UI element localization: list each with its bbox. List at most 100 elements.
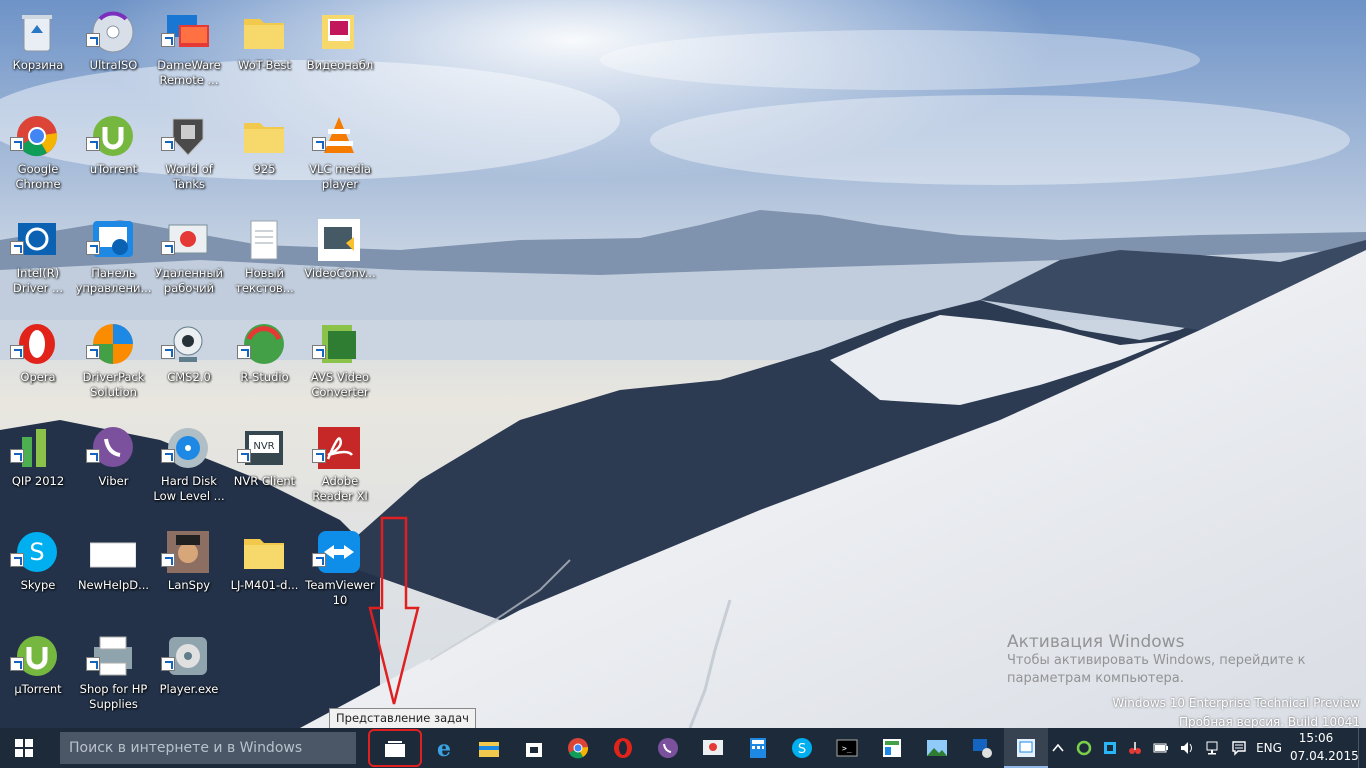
- desktop-icon[interactable]: Панель управлени...: [76, 209, 152, 309]
- sync-icon: [1076, 740, 1092, 756]
- clock-date: 07.04.2015: [1290, 749, 1359, 763]
- clock[interactable]: 15:06 07.04.2015: [1290, 728, 1359, 768]
- tray-item[interactable]: [1227, 728, 1251, 768]
- desktop-icon-label: NVR Client: [233, 474, 296, 488]
- lanspy-icon: [167, 531, 209, 573]
- nvr-icon: NVR: [244, 431, 283, 465]
- tray-item[interactable]: [1149, 728, 1173, 768]
- desktop-icon[interactable]: Google Chrome: [0, 105, 76, 205]
- desktop-icon[interactable]: VLC media player: [302, 105, 378, 205]
- volume-icon: [1181, 742, 1192, 754]
- taskbar-app-button[interactable]: [556, 728, 600, 768]
- language-indicator[interactable]: ENG: [1254, 728, 1284, 768]
- taskbar-app-button[interactable]: [1004, 728, 1049, 768]
- remote-desktop-icon: [702, 740, 723, 755]
- desktop-icon-label: WoT-Best: [238, 58, 291, 72]
- desktop-icon[interactable]: Shop for HP Supplies: [76, 625, 152, 725]
- tray-item[interactable]: [1175, 728, 1199, 768]
- shortcut-arrow-icon: [85, 33, 100, 47]
- desktop-icon-label: LanSpy: [167, 578, 211, 592]
- opera-icon: [19, 324, 55, 364]
- desktop-icon-label: AVS Video Converter: [310, 370, 370, 399]
- desktop-icon[interactable]: µTorrent: [0, 625, 76, 725]
- desktop-icon[interactable]: Player.exe: [151, 625, 227, 725]
- file-explorer-icon: [478, 742, 499, 757]
- taskbar-app-button[interactable]: [601, 728, 645, 768]
- taskbar-app-button[interactable]: >_: [825, 728, 869, 768]
- shortcut-arrow-icon: [312, 137, 326, 151]
- taskbar-app-button[interactable]: [646, 728, 690, 768]
- desktop-icon[interactable]: Intel(R) Driver ...: [0, 209, 76, 309]
- shortcut-arrow-icon: [312, 553, 326, 567]
- desktop-icon[interactable]: 925: [227, 105, 303, 205]
- desktop-icon-label: Intel(R) Driver ...: [12, 266, 63, 295]
- desktop-icon[interactable]: CMS2.0: [151, 313, 227, 413]
- shortcut-arrow-icon: [85, 241, 100, 255]
- desktop-icon[interactable]: WoT-Best: [227, 1, 303, 101]
- desktop-icon[interactable]: AVS Video Converter: [302, 313, 378, 413]
- chrome-icon: [568, 738, 589, 759]
- desktop-icon[interactable]: Opera: [0, 313, 76, 413]
- desktop-icon[interactable]: World of Tanks: [151, 105, 227, 205]
- hp-printer-icon: [93, 636, 132, 676]
- show-desktop-button[interactable]: [1358, 728, 1366, 768]
- show-hidden-icons-chevron: [1052, 743, 1064, 752]
- desktop-icon[interactable]: LJ-M401-d...: [227, 521, 303, 621]
- desktop-icon[interactable]: Viber: [76, 417, 152, 517]
- taskbar-app-button[interactable]: [691, 728, 735, 768]
- ultraiso-icon: [92, 11, 133, 53]
- desktop-icon-label: Player.exe: [159, 682, 219, 696]
- desktop-icon-label: TeamViewer 10: [305, 578, 375, 607]
- desktop-icon[interactable]: R-Studio: [227, 313, 303, 413]
- tray-item[interactable]: [1072, 728, 1096, 768]
- tray-item[interactable]: [1201, 728, 1225, 768]
- recycle-bin-icon: [22, 15, 52, 52]
- desktop-icon[interactable]: UltraISO: [76, 1, 152, 101]
- shortcut-arrow-icon: [85, 657, 100, 671]
- desktop-icon[interactable]: Hard Disk Low Level ...: [151, 417, 227, 517]
- task-view-button[interactable]: [368, 729, 422, 767]
- webcam-icon: [173, 326, 203, 362]
- desktop-icon[interactable]: Новый текстов...: [227, 209, 303, 309]
- shortcut-arrow-icon: [10, 241, 24, 255]
- desktop-icon[interactable]: LanSpy: [151, 521, 227, 621]
- tray-item[interactable]: [1123, 728, 1147, 768]
- network-adapter-icon: [1103, 742, 1116, 754]
- desktop-icon[interactable]: uTorrent: [76, 105, 152, 205]
- desktop-icon-label: Видеонабл: [306, 58, 374, 72]
- desktop-icon[interactable]: NewHelpD...: [76, 521, 152, 621]
- desktop-icon[interactable]: VideoConv...: [302, 209, 378, 309]
- taskbar-app-button[interactable]: [736, 728, 780, 768]
- shortcut-arrow-icon: [161, 553, 175, 567]
- taskbar-app-button[interactable]: e: [422, 728, 466, 768]
- tray-item[interactable]: [1046, 728, 1070, 768]
- desktop[interactable]: Корзина UltraISO DameWare Remote ... WoT-Be…: [0, 0, 1366, 728]
- shortcut-arrow-icon: [10, 137, 24, 151]
- desktop-icon[interactable]: S Skype: [0, 521, 76, 621]
- desktop-icon[interactable]: DameWare Remote ...: [151, 1, 227, 101]
- tray-item[interactable]: [1098, 728, 1122, 768]
- desktop-icon[interactable]: Корзина: [0, 1, 76, 101]
- desktop-icon[interactable]: Удаленный рабочий ст...: [151, 209, 227, 309]
- desktop-icon[interactable]: Видеонабл: [302, 1, 378, 101]
- desktop-icon[interactable]: Adobe Reader XI: [302, 417, 378, 517]
- taskbar-app-button[interactable]: [512, 728, 556, 768]
- taskbar-app-button[interactable]: S: [780, 728, 824, 768]
- taskbar-app-button[interactable]: [870, 728, 914, 768]
- internet-explorer-icon: e: [437, 737, 451, 759]
- search-input[interactable]: Поиск в интернете и в Windows: [60, 732, 356, 764]
- desktop-icon[interactable]: DriverPack Solution: [76, 313, 152, 413]
- desktop-icon[interactable]: TeamViewer 10: [302, 521, 378, 621]
- desktop-icon[interactable]: NVR NVR Client: [227, 417, 303, 517]
- start-button[interactable]: [0, 728, 48, 768]
- desktop-icon-label: World of Tanks: [165, 162, 213, 191]
- folder-icon: [243, 19, 284, 49]
- shortcut-arrow-icon: [161, 345, 175, 359]
- desktop-icon[interactable]: QIP 2012: [0, 417, 76, 517]
- desktop-icon-label: Skype: [20, 578, 56, 592]
- taskbar-app-button[interactable]: [915, 728, 959, 768]
- taskbar-app-button[interactable]: [960, 728, 1004, 768]
- qip-icon: [22, 429, 46, 467]
- taskbar-app-button[interactable]: [467, 728, 511, 768]
- desktop-icon-label: Hard Disk Low Level ...: [153, 474, 225, 503]
